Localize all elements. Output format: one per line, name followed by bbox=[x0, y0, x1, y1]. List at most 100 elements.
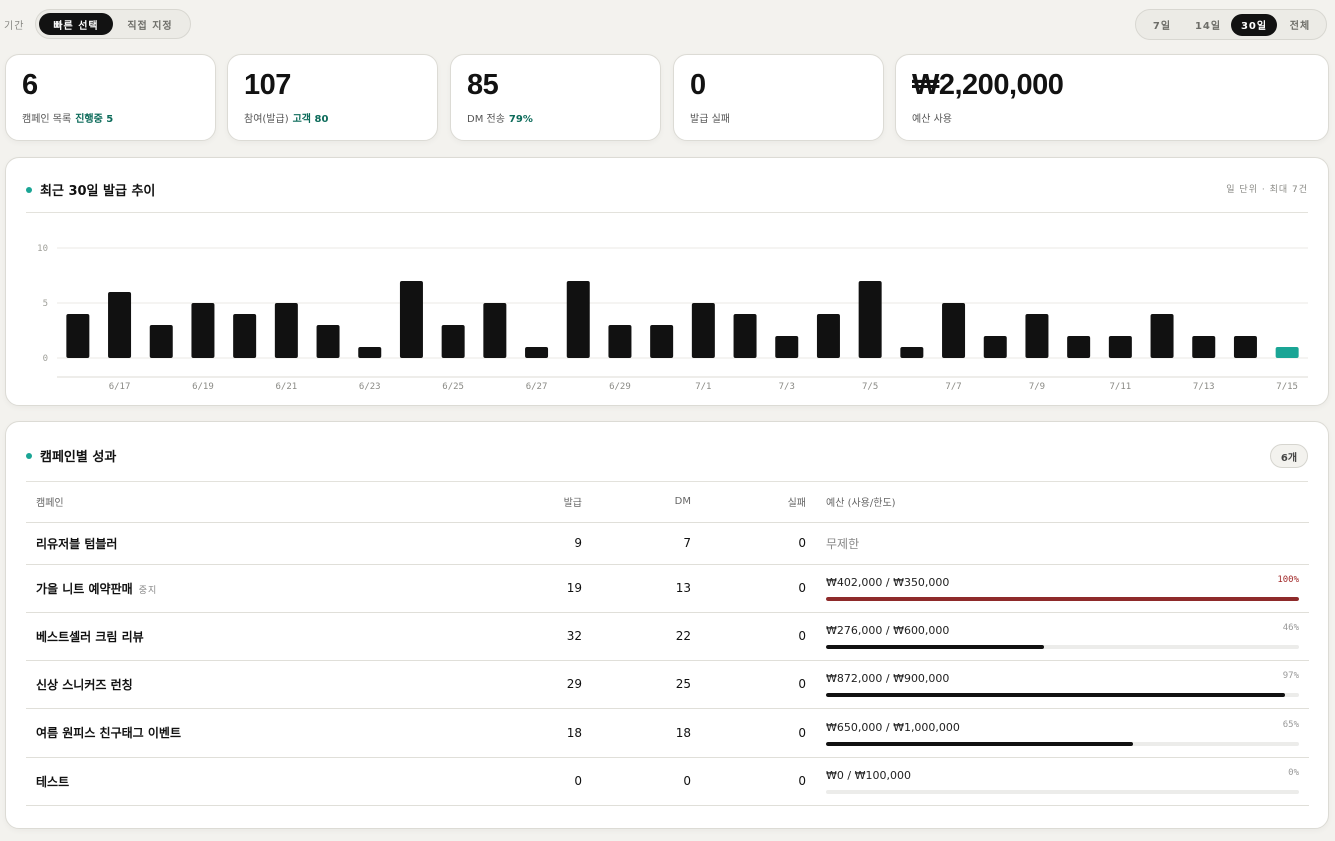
x-tick-label: 7/1 bbox=[695, 382, 711, 392]
cell-dm: 22 bbox=[582, 612, 691, 661]
budget-progress-track bbox=[826, 741, 1299, 746]
cell-dm: 18 bbox=[582, 708, 691, 758]
tab-custom-range[interactable]: 직접 지정 bbox=[113, 13, 187, 35]
cell-failed: 0 bbox=[691, 660, 806, 709]
status-tag-stopped: 중지 bbox=[138, 585, 158, 596]
chart-bar[interactable] bbox=[650, 325, 674, 358]
x-tick-label: 7/15 bbox=[1276, 382, 1298, 392]
trend-title: 최근 30일 발급 추이 bbox=[26, 180, 155, 199]
chart-bar[interactable] bbox=[816, 314, 840, 358]
budget-progress-fill bbox=[826, 645, 1044, 649]
stat-card-failed: 0 발급 실패 bbox=[673, 54, 884, 141]
cell-issued: 19 bbox=[411, 564, 582, 613]
col-header-dm: DM bbox=[582, 482, 691, 523]
chart-bar[interactable] bbox=[149, 325, 173, 358]
budget-progress-track bbox=[826, 597, 1299, 601]
stat-accent: 고객 80 bbox=[292, 114, 329, 125]
table-row[interactable]: 리유저블 텀블러 9 7 0 무제한 bbox=[26, 522, 1309, 565]
chart-bar[interactable] bbox=[942, 303, 966, 358]
cell-failed: 0 bbox=[691, 757, 806, 806]
cell-budget: ₩0 / ₩100,000 0% bbox=[806, 757, 1309, 806]
stat-label-text: 예산 사용 bbox=[912, 114, 952, 125]
budget-progress-track bbox=[826, 790, 1299, 794]
chart-bar[interactable] bbox=[691, 303, 715, 358]
campaign-name: 테스트 bbox=[36, 774, 70, 789]
trend-chart: 10 5 0 6/17 6/19 6/21 6/23 6/25 6/27 6/29 7/1 7/3 7/… bbox=[37, 244, 1308, 392]
chart-bar[interactable] bbox=[399, 281, 423, 358]
cell-failed: 0 bbox=[691, 522, 806, 565]
stat-value: 107 bbox=[244, 69, 291, 101]
budget-progress-fill bbox=[826, 693, 1285, 697]
tab-7d[interactable]: 7일 bbox=[1139, 14, 1185, 36]
campaigns-title-text: 캠페인별 성과 bbox=[40, 450, 117, 465]
budget-unlimited: 무제한 bbox=[826, 536, 860, 551]
period-label: 기간 bbox=[4, 21, 25, 32]
cell-issued: 32 bbox=[411, 612, 582, 661]
budget-amount: ₩872,000 / ₩900,000 bbox=[826, 672, 950, 685]
cell-campaign: 테스트 bbox=[26, 757, 411, 806]
table-row[interactable]: 테스트 0 0 0 ₩0 / ₩100,000 0% bbox=[26, 757, 1309, 806]
x-tick-label: 6/17 bbox=[109, 382, 131, 392]
col-header-failed: 실패 bbox=[691, 482, 806, 523]
chart-bar[interactable] bbox=[1150, 314, 1174, 358]
divider bbox=[26, 212, 1308, 213]
tab-quick-select[interactable]: 빠른 선택 bbox=[39, 13, 113, 35]
chart-bar[interactable] bbox=[525, 347, 549, 358]
stat-label-text: 캠페인 목록 bbox=[22, 114, 72, 125]
trend-meta: 일 단위 · 최대 7건 bbox=[1226, 185, 1308, 195]
campaign-name: 신상 스니커즈 런칭 bbox=[36, 677, 133, 692]
budget-amount: ₩402,000 / ₩350,000 bbox=[826, 576, 950, 589]
stat-label: DM 전송 79% bbox=[467, 110, 533, 125]
table-row[interactable]: 여름 원피스 친구태그 이벤트 18 18 0 ₩650,000 / ₩1,000,00… bbox=[26, 708, 1309, 758]
campaign-name: 가을 니트 예약판매 bbox=[36, 581, 133, 596]
chart-bar[interactable] bbox=[1233, 336, 1257, 358]
y-tick-label: 0 bbox=[43, 354, 48, 364]
chart-bar[interactable] bbox=[1108, 336, 1132, 358]
budget-progress-track bbox=[826, 645, 1299, 649]
chart-bar[interactable] bbox=[983, 336, 1007, 358]
campaign-name: 베스트셀러 크림 리뷰 bbox=[36, 629, 144, 644]
chart-bar[interactable] bbox=[1192, 336, 1216, 358]
chart-bar[interactable] bbox=[566, 281, 590, 358]
chart-bar[interactable] bbox=[274, 303, 298, 358]
cell-dm: 25 bbox=[582, 660, 691, 709]
budget-progress-fill bbox=[826, 741, 1134, 746]
table-row[interactable]: 가을 니트 예약판매 중지 19 13 0 ₩402,000 / ₩350,000 100% bbox=[26, 564, 1309, 613]
x-tick-label: 7/7 bbox=[945, 382, 961, 392]
campaign-performance-card: 캠페인별 성과 6개 캠페인 발급 DM 실패 예산 (사용/한도) 리유저블 … bbox=[5, 421, 1329, 829]
chart-bar[interactable] bbox=[775, 336, 799, 358]
chart-bar[interactable] bbox=[900, 347, 924, 358]
chart-bar[interactable] bbox=[858, 281, 882, 358]
chart-bar[interactable] bbox=[358, 347, 382, 358]
chart-bar[interactable] bbox=[1025, 314, 1049, 358]
tab-14d[interactable]: 14일 bbox=[1185, 14, 1231, 36]
stat-card-issued: 107 참여(발급) 고객 80 bbox=[227, 54, 438, 141]
chart-bar[interactable] bbox=[316, 325, 340, 358]
tab-30d[interactable]: 30일 bbox=[1231, 13, 1277, 36]
chart-bar[interactable] bbox=[733, 314, 757, 358]
stat-label-text: 발급 실패 bbox=[690, 114, 730, 125]
cell-campaign: 리유저블 텀블러 bbox=[26, 522, 411, 565]
chart-bar[interactable] bbox=[233, 314, 257, 358]
chart-bar[interactable] bbox=[1275, 347, 1299, 358]
section-dot-icon bbox=[26, 186, 32, 193]
cell-failed: 0 bbox=[691, 612, 806, 661]
chart-bar[interactable] bbox=[483, 303, 507, 358]
tab-all[interactable]: 전체 bbox=[1277, 14, 1323, 36]
campaign-name: 여름 원피스 친구태그 이벤트 bbox=[36, 726, 182, 740]
chart-bar[interactable] bbox=[191, 303, 215, 358]
cell-campaign: 가을 니트 예약판매 중지 bbox=[26, 564, 411, 613]
y-tick-label: 10 bbox=[37, 244, 48, 254]
stat-label-text: DM 전송 bbox=[467, 114, 505, 125]
table-row[interactable]: 신상 스니커즈 런칭 29 25 0 ₩872,000 / ₩900,000 97% bbox=[26, 660, 1309, 709]
chart-bar[interactable] bbox=[608, 325, 632, 358]
budget-percent: 97% bbox=[1282, 671, 1299, 681]
chart-bar[interactable] bbox=[1067, 336, 1091, 358]
trend-title-text: 최근 30일 발급 추이 bbox=[40, 184, 156, 199]
chart-bar[interactable] bbox=[441, 325, 465, 358]
table-row[interactable]: 베스트셀러 크림 리뷰 32 22 0 ₩276,000 / ₩600,000 46% bbox=[26, 612, 1309, 661]
campaign-name: 리유저블 텀블러 bbox=[36, 536, 118, 551]
chart-bar[interactable] bbox=[108, 292, 132, 358]
budget-progress-track bbox=[826, 693, 1299, 697]
chart-bar[interactable] bbox=[66, 314, 90, 358]
